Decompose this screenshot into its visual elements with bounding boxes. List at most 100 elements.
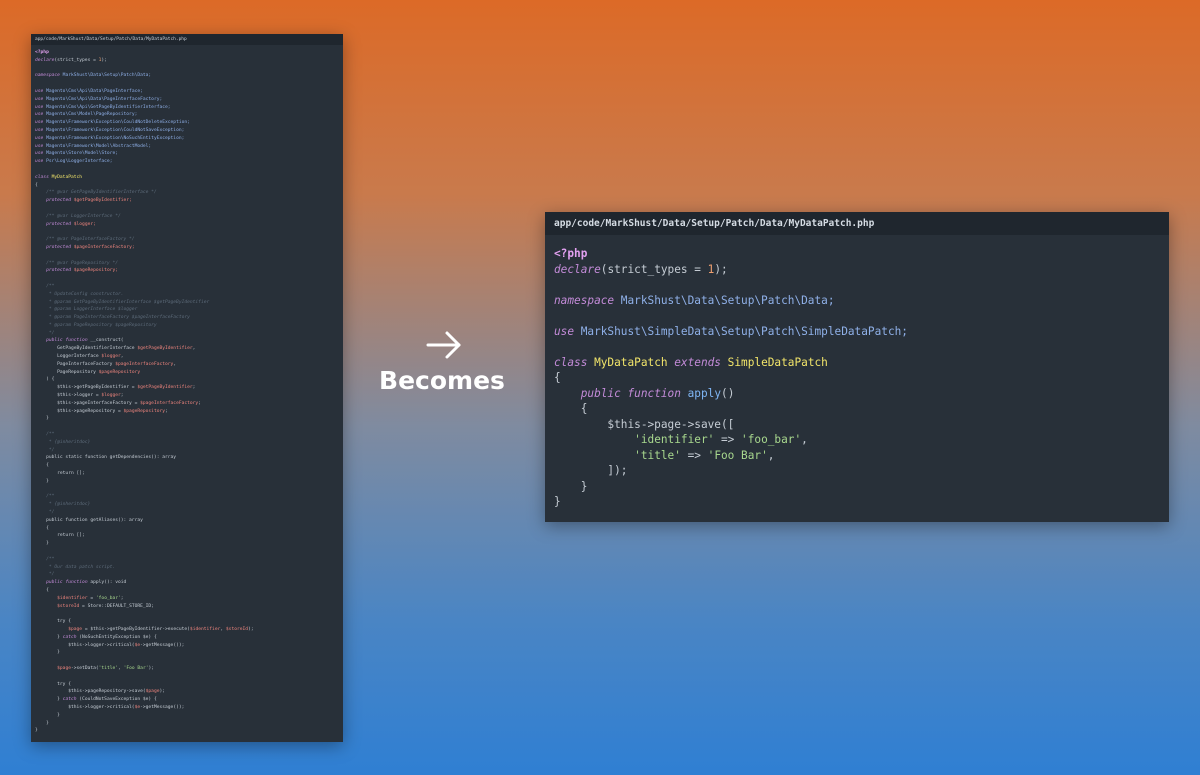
code-token: use bbox=[35, 135, 47, 141]
code-token: = $this->getPageByIdentifier->execute( bbox=[82, 626, 190, 632]
code-token: } bbox=[35, 634, 63, 640]
code-line: } bbox=[35, 712, 343, 720]
code-line: public function apply() bbox=[554, 386, 1169, 402]
code-token: MarkShust\SimpleData\Setup\Patch\SimpleD… bbox=[580, 324, 908, 338]
code-line: } bbox=[35, 478, 343, 486]
code-token: class bbox=[554, 355, 595, 369]
code-token: ; bbox=[192, 385, 196, 391]
code-token: use bbox=[35, 112, 47, 118]
code-token: } bbox=[35, 541, 49, 547]
code-line: * {@inheritdoc} bbox=[35, 501, 343, 509]
code-token: , bbox=[767, 448, 775, 462]
code-token: /** @var PageRepository */ bbox=[35, 260, 118, 266]
code-token: $page bbox=[68, 626, 83, 632]
code-line: use Psr\Log\LoggerInterface; bbox=[35, 158, 343, 166]
code-token: ->setData( bbox=[70, 665, 99, 671]
code-token: catch bbox=[62, 697, 80, 703]
code-token: LoggerInterface bbox=[35, 354, 102, 360]
code-token: ); bbox=[101, 57, 107, 63]
code-token: * UpdateConfig constructor. bbox=[35, 291, 124, 297]
code-line: { bbox=[35, 587, 343, 595]
code-token: 'title' bbox=[98, 665, 119, 671]
code-line: use Magento\Cms\Api\Data\PageInterfaceFa… bbox=[35, 96, 343, 104]
code-token: $pageRepository; bbox=[73, 268, 119, 274]
code-token: () bbox=[721, 386, 735, 400]
code-line: public function __construct( bbox=[35, 337, 343, 345]
code-token: public bbox=[580, 386, 628, 400]
code-line: { bbox=[35, 182, 343, 190]
code-token: { bbox=[554, 371, 561, 384]
code-line: use Magento\Framework\Exception\NoSuchEn… bbox=[35, 135, 343, 143]
code-line: /** bbox=[35, 283, 343, 291]
code-token: $page bbox=[57, 665, 71, 671]
code-token: $getPageByIdentifier bbox=[137, 346, 193, 352]
code-token: use bbox=[554, 324, 581, 338]
code-token: , bbox=[173, 361, 177, 367]
code-token: $logger bbox=[101, 354, 121, 360]
code-line: PageInterfaceFactory $pageInterfaceFacto… bbox=[35, 361, 343, 369]
code-token: Magento\Cms\Api\GetPageByIdentifierInter… bbox=[46, 104, 171, 110]
code-line: PageRepository $pageRepository bbox=[35, 369, 343, 377]
code-line: <?php bbox=[35, 49, 343, 57]
simplified-code-panel: app/code/MarkShust/Data/Setup/Patch/Data… bbox=[545, 212, 1169, 522]
code-token: use bbox=[35, 151, 47, 157]
code-token: /** bbox=[35, 556, 55, 562]
code-token: catch bbox=[62, 634, 80, 640]
code-line: use Magento\Framework\Exception\CouldNot… bbox=[35, 127, 343, 135]
code-token: declare bbox=[554, 262, 601, 276]
code-token: $this->logger = bbox=[35, 393, 102, 399]
code-token: $getPageByIdentifier; bbox=[73, 198, 132, 204]
code-line: * @param PageRepository $pageRepository bbox=[35, 322, 343, 330]
code-token: use bbox=[35, 127, 47, 133]
file-path-header: app/code/MarkShust/Data/Setup/Patch/Data… bbox=[545, 212, 1169, 235]
code-token: use bbox=[35, 143, 47, 149]
code-line: 'identifier' => 'foo_bar', bbox=[554, 432, 1169, 448]
code-token: return []; bbox=[35, 533, 85, 539]
code-token: * {@inheritdoc} bbox=[35, 502, 91, 508]
code-line: $this->pageRepository->save($page); bbox=[35, 688, 343, 696]
code-token: /** bbox=[35, 494, 55, 500]
code-token: ; bbox=[165, 408, 168, 414]
code-token: function bbox=[65, 580, 91, 586]
code-token: = Store::DEFAULT_STORE_ID; bbox=[79, 603, 154, 609]
code-token: , bbox=[801, 433, 808, 446]
code-line: $this->logger = $logger; bbox=[35, 392, 343, 400]
code-line: use Magento\Store\Model\Store; bbox=[35, 150, 343, 158]
code-line: } catch (NoSuchEntityException $e) { bbox=[35, 634, 343, 642]
code-token: use bbox=[35, 96, 47, 102]
code-token: $pageInterfaceFactory bbox=[115, 361, 174, 367]
code-token: try { bbox=[35, 681, 71, 687]
becomes-label: Becomes bbox=[379, 366, 505, 395]
code-line: * {@inheritdoc} bbox=[35, 439, 343, 447]
code-token: use bbox=[35, 104, 47, 110]
code-token: , bbox=[192, 346, 196, 352]
code-line: } bbox=[35, 415, 343, 423]
code-line: class MyDataPatch bbox=[35, 174, 343, 182]
code-token: extends bbox=[674, 355, 728, 369]
code-line: GetPageByIdentifierInterface $getPageByI… bbox=[35, 345, 343, 353]
code-line: use Magento\Cms\Model\PageRepository; bbox=[35, 111, 343, 119]
code-token: namespace bbox=[554, 293, 621, 307]
code-token: $identifier bbox=[57, 595, 88, 601]
code-line: protected $pageRepository; bbox=[35, 267, 343, 275]
code-token: Magento\Framework\Exception\CouldNotSave… bbox=[46, 127, 185, 133]
code-token: ); bbox=[148, 665, 155, 671]
code-token: MyDataPatch bbox=[51, 174, 83, 180]
code-line: $identifier = 'foo_bar'; bbox=[35, 595, 343, 603]
code-line: ) { bbox=[35, 376, 343, 384]
code-token: (CouldNotSaveException $e) { bbox=[79, 697, 157, 703]
code-line: } bbox=[35, 720, 343, 728]
code-token: namespace bbox=[35, 73, 63, 79]
code-line: * @param GetPageByIdentifierInterface $g… bbox=[35, 299, 343, 307]
code-token: ; bbox=[120, 393, 124, 399]
code-line: * @param LoggerInterface $logger bbox=[35, 306, 343, 314]
code-line: use MarkShust\SimpleData\Setup\Patch\Sim… bbox=[554, 324, 1169, 340]
code-line: * UpdateConfig constructor. bbox=[35, 291, 343, 299]
code-line: class MyDataPatch extends SimpleDataPatc… bbox=[554, 355, 1169, 371]
code-token: Psr\Log\LoggerInterface; bbox=[46, 159, 113, 165]
